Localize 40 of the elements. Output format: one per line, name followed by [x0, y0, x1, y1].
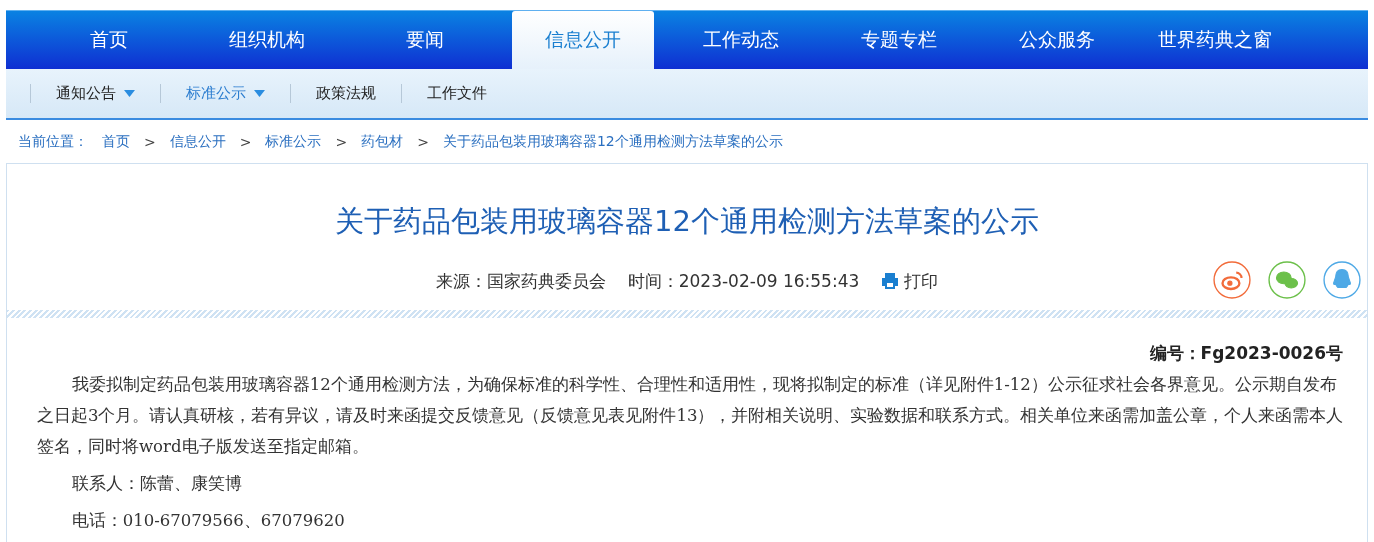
document-number: 编号：Fg2023-0026号	[1148, 342, 1343, 365]
nav-tab[interactable]: 要闻	[354, 11, 496, 69]
caret-icon	[124, 90, 135, 97]
nav-tab[interactable]: 首页	[38, 11, 180, 69]
nav-tab[interactable]: 专题专栏	[828, 11, 970, 69]
sub-nav-label: 通知公告	[56, 84, 116, 103]
breadcrumb-link[interactable]: 首页	[102, 132, 130, 151]
breadcrumb-separator: >	[239, 133, 252, 150]
breadcrumb-separator: >	[417, 133, 429, 150]
breadcrumb-separator: >	[335, 133, 348, 150]
article-paragraph: 联系人：陈蕾、康笑博	[70, 473, 243, 495]
article-title: 关于药品包装用玻璃容器12个通用检测方法草案的公示	[334, 203, 1040, 240]
breadcrumb-separator: >	[144, 133, 156, 150]
print-link[interactable]: 打印	[881, 269, 939, 293]
article-paragraph: 我委拟制定药品包装用玻璃容器12个通用检测方法，为确保标准的科学性、合理性和适用性，现将拟制定的标准（详见附件1-12）公示征求社会各界意见。公示期自发布之日起3个月。请认真研核，若有异议，请及时来函提交反馈意见（反馈意见表见附件13），并附相关说明、实验数据和联系方式。相关单位来函需加盖公章，个人来函需本人签名，同时将word电子版发送至指定邮箱。	[37, 374, 1345, 458]
breadcrumb-link[interactable]: 信息公开	[169, 132, 226, 151]
sub-nav-item[interactable]: 工作文件	[401, 84, 512, 103]
nav-tab[interactable]: 公众服务	[986, 11, 1128, 69]
article-paragraph: 电话：010-67079566、67079620	[70, 510, 346, 532]
wechat-share-icon[interactable]	[1268, 261, 1306, 299]
nav-tab[interactable]: 工作动态	[670, 11, 812, 69]
sub-nav-label: 标准公示	[186, 84, 246, 103]
breadcrumb-link[interactable]: 药包材	[361, 132, 404, 151]
sub-nav-item[interactable]: 通知公告	[30, 84, 160, 103]
printer-icon	[881, 272, 900, 290]
qq-share-icon[interactable]	[1323, 261, 1361, 299]
weibo-share-icon[interactable]	[1213, 261, 1251, 299]
breadcrumb-link[interactable]: 关于药品包装用玻璃容器12个通用检测方法草案的公示	[442, 132, 783, 151]
breadcrumb-link[interactable]: 标准公示	[265, 132, 322, 151]
sub-nav-label: 政策法规	[316, 84, 376, 103]
caret-icon	[254, 90, 265, 97]
nav-tab[interactable]: 世界药典之窗	[1144, 11, 1286, 69]
nav-tab[interactable]: 信息公开	[512, 11, 654, 69]
breadcrumb-label: 当前位置：	[18, 132, 88, 151]
sub-nav-item[interactable]: 政策法规	[290, 84, 401, 103]
article-time: 时间：2023-02-09 16:55:43	[627, 269, 860, 293]
nav-tab[interactable]: 组织机构	[196, 11, 338, 69]
sub-nav-item[interactable]: 标准公示	[160, 84, 290, 103]
sub-nav-label: 工作文件	[427, 84, 487, 103]
article-source: 来源：国家药典委员会	[435, 269, 606, 293]
